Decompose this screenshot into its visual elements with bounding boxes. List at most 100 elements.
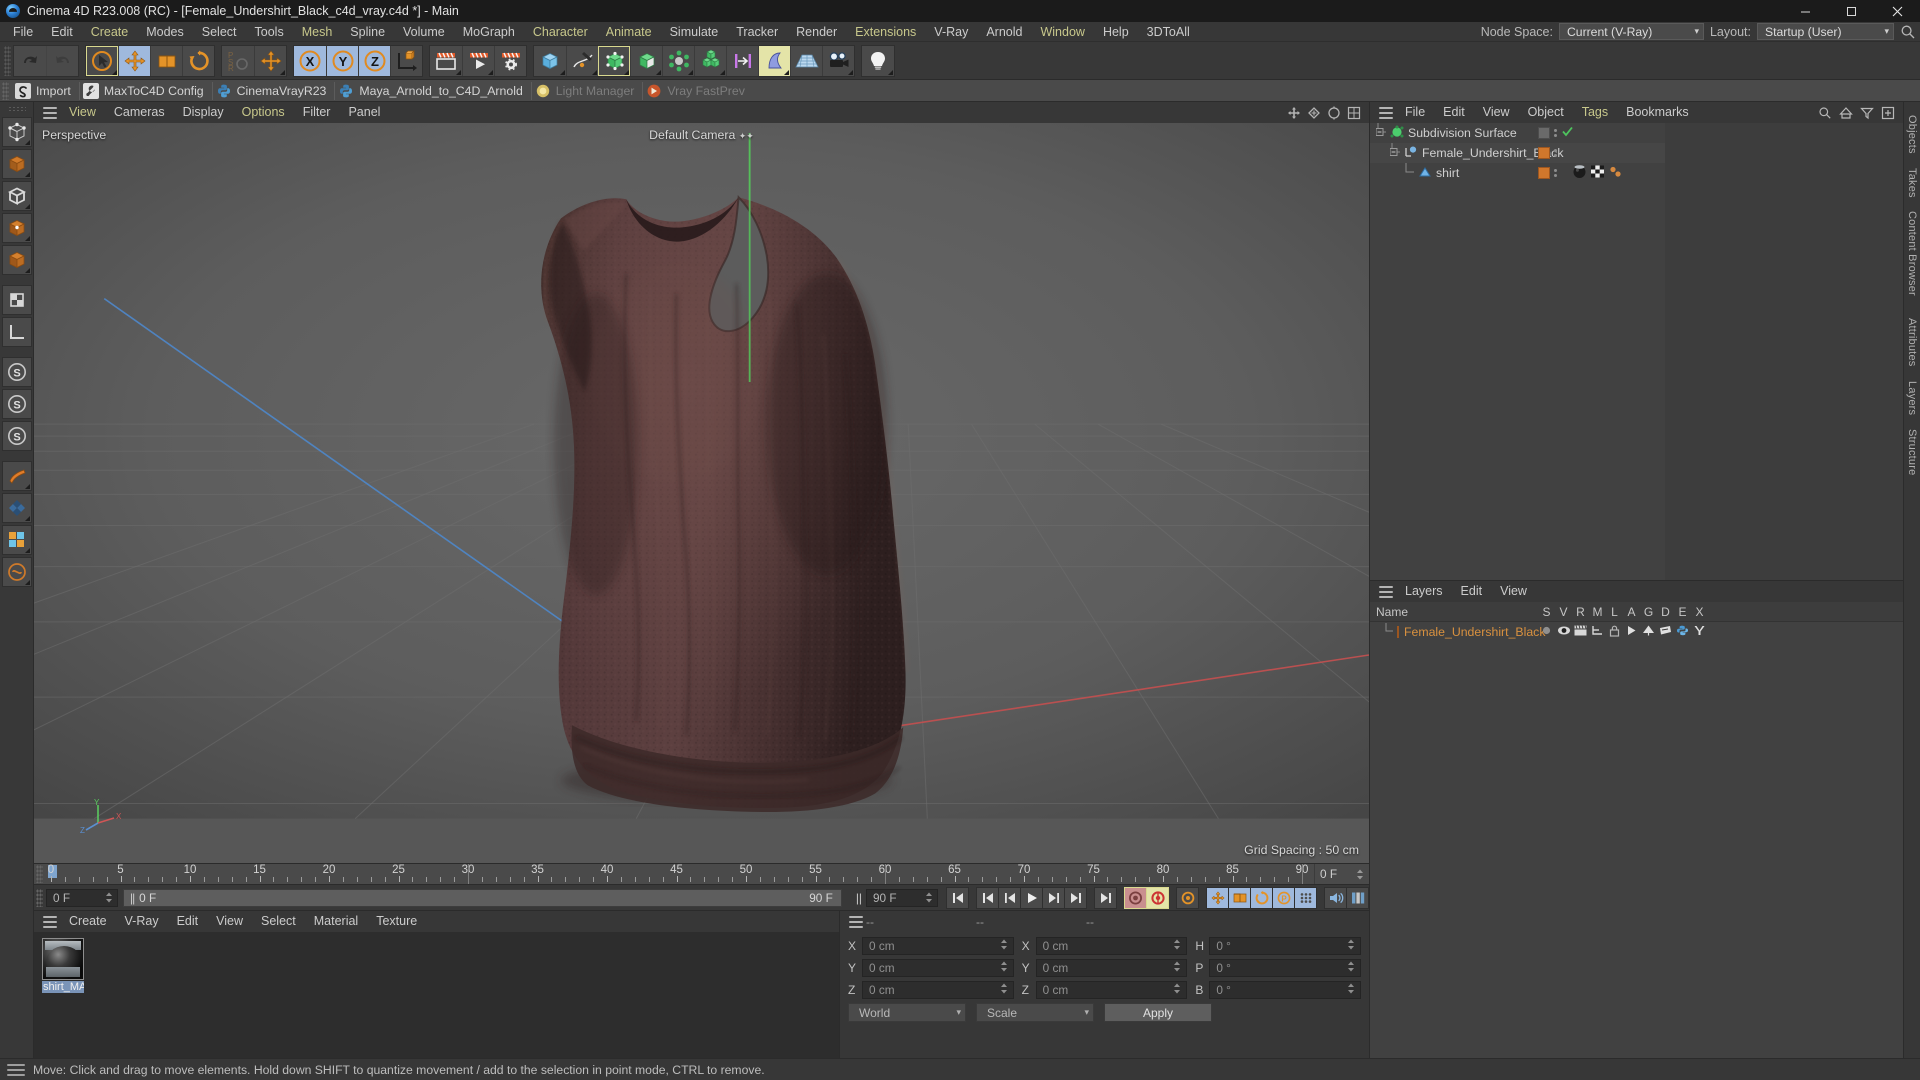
layer-xref-toggle[interactable] xyxy=(1691,625,1708,639)
select-tool-button[interactable] xyxy=(86,45,118,76)
timeline-toggle-button[interactable] xyxy=(1346,886,1369,909)
workplane-mode-button[interactable] xyxy=(1,317,32,347)
spinner-icon[interactable] xyxy=(1347,939,1358,953)
add-mograph-button[interactable] xyxy=(662,45,694,76)
spinner-icon[interactable] xyxy=(1000,983,1011,997)
menu-spline[interactable]: Spline xyxy=(341,22,394,42)
psr-tool-button[interactable]: PSR xyxy=(222,45,254,76)
step-back-button[interactable] xyxy=(998,886,1021,909)
step-forward-button[interactable] xyxy=(1042,886,1065,909)
menu-simulate[interactable]: Simulate xyxy=(661,22,728,42)
viewport-menu-display[interactable]: Display xyxy=(174,102,233,123)
om-menu-view[interactable]: View xyxy=(1474,102,1519,123)
layer-manager-toggle[interactable] xyxy=(1589,625,1606,639)
material-menu-select[interactable]: Select xyxy=(252,911,305,932)
spinner-icon[interactable] xyxy=(1000,961,1011,975)
apply-button[interactable]: Apply xyxy=(1104,1003,1212,1022)
add-bookmark-icon[interactable] xyxy=(1879,104,1897,122)
plugin-import-button[interactable]: Import xyxy=(12,81,79,101)
position-z-input[interactable]: 0 cm xyxy=(862,981,1014,999)
filter-icon[interactable] xyxy=(1858,104,1876,122)
layer-deformers-toggle[interactable] xyxy=(1657,625,1674,639)
viewport-solo-button[interactable] xyxy=(1,461,32,491)
material-tag-icon[interactable] xyxy=(1572,164,1587,182)
lock-z-axis-button[interactable]: Z xyxy=(358,45,390,76)
redo-button[interactable] xyxy=(46,45,78,76)
menu-mesh[interactable]: Mesh xyxy=(293,22,342,42)
undo-button[interactable] xyxy=(14,45,46,76)
object-color-swatch[interactable] xyxy=(1538,127,1550,139)
move-axis-button[interactable] xyxy=(254,45,286,76)
menu-tools[interactable]: Tools xyxy=(246,22,293,42)
material-menu-vray[interactable]: V-Ray xyxy=(116,911,168,932)
max-frame-field[interactable]: 90 F xyxy=(866,888,938,907)
enable-snap-button[interactable]: S xyxy=(1,389,32,419)
layer-col-a[interactable]: A xyxy=(1623,605,1640,619)
plugin-maya-arnold-button[interactable]: Maya_Arnold_to_C4D_Arnold xyxy=(335,81,530,101)
object-tree-node[interactable]: Female_Undershirt_Black xyxy=(1370,142,1563,163)
object-color-swatch[interactable] xyxy=(1538,147,1550,159)
render-perspective-button[interactable] xyxy=(1,493,32,523)
layer-col-l[interactable]: L xyxy=(1606,605,1623,619)
close-button[interactable] xyxy=(1874,0,1920,22)
viewport-move-icon[interactable] xyxy=(1285,104,1303,122)
material-menu-texture[interactable]: Texture xyxy=(367,911,426,932)
rotate-tool-button[interactable] xyxy=(182,45,214,76)
object-row[interactable]: shirt xyxy=(1370,162,1665,183)
rotation-h-input[interactable]: 0 ° xyxy=(1209,937,1362,955)
world-object-coordinates-button[interactable] xyxy=(390,45,422,76)
sound-toggle-button[interactable] xyxy=(1324,886,1347,909)
material-menu-create[interactable]: Create xyxy=(60,911,116,932)
visibility-dots-icon[interactable] xyxy=(1553,163,1558,183)
timeline-ruler-track[interactable]: 051015202530354045505560657075808590 xyxy=(45,864,1314,884)
spinner-icon[interactable] xyxy=(1173,961,1184,975)
spinner-icon[interactable] xyxy=(1347,961,1358,975)
tab-layers[interactable]: Layers xyxy=(1906,374,1918,422)
layer-col-e[interactable]: E xyxy=(1674,605,1691,619)
material-item[interactable]: shirt_MA xyxy=(42,938,84,993)
model-mode-button[interactable] xyxy=(1,213,32,243)
layer-menu-edit[interactable]: Edit xyxy=(1452,581,1492,602)
add-array-button[interactable] xyxy=(694,45,726,76)
go-to-end-button[interactable] xyxy=(1094,886,1117,909)
snap-button[interactable] xyxy=(726,45,758,76)
viewport-menu-filter[interactable]: Filter xyxy=(294,102,340,123)
menu-select[interactable]: Select xyxy=(193,22,246,42)
spinner-icon[interactable] xyxy=(105,892,115,903)
material-menu-material[interactable]: Material xyxy=(305,911,367,932)
position-y-input[interactable]: 0 cm xyxy=(862,959,1014,977)
object-tree-node[interactable]: shirt xyxy=(1370,162,1459,183)
spinner-icon[interactable] xyxy=(1354,869,1366,880)
add-bend-deformer-button[interactable] xyxy=(630,45,662,76)
toolbar-grip[interactable] xyxy=(4,45,11,76)
current-frame-field[interactable]: 0 F xyxy=(46,888,118,907)
node-space-dropdown[interactable]: Current (V-Ray) ▾ xyxy=(1558,23,1704,40)
layer-animation-toggle[interactable] xyxy=(1623,625,1640,639)
tab-attributes[interactable]: Attributes xyxy=(1906,311,1918,373)
layer-col-d[interactable]: D xyxy=(1657,605,1674,619)
object-color-swatch[interactable] xyxy=(1538,167,1550,179)
menu-extensions[interactable]: Extensions xyxy=(846,22,925,42)
layer-color-button[interactable] xyxy=(1,525,32,555)
menu-mograph[interactable]: MoGraph xyxy=(454,22,524,42)
viewport-menu-icon[interactable] xyxy=(40,104,60,122)
spinner-icon[interactable] xyxy=(925,892,935,903)
menu-character[interactable]: Character xyxy=(524,22,597,42)
menu-edit[interactable]: Edit xyxy=(42,22,82,42)
deformer-toggle-button[interactable] xyxy=(1,557,32,587)
preview-range-track[interactable]: || 0 F 90 F xyxy=(123,888,842,907)
layer-menu-view[interactable]: View xyxy=(1491,581,1536,602)
menu-3dtoall[interactable]: 3DToAll xyxy=(1138,22,1199,42)
add-subdivision-surface-button[interactable] xyxy=(598,45,630,76)
left-toolbar-grip[interactable] xyxy=(7,106,26,113)
menu-help[interactable]: Help xyxy=(1094,22,1138,42)
plugin-maxtoc4d-config-button[interactable]: MaxToC4D Config xyxy=(80,81,212,101)
spinner-icon[interactable] xyxy=(1173,939,1184,953)
tab-content-browser[interactable]: Content Browser xyxy=(1906,204,1918,303)
material-manager-body[interactable]: shirt_MA xyxy=(34,932,839,1058)
position-x-input[interactable]: 0 cm xyxy=(862,937,1014,955)
status-bar-menu-icon[interactable] xyxy=(7,1063,25,1077)
visibility-dots-icon[interactable] xyxy=(1553,143,1558,163)
visibility-dots-icon[interactable] xyxy=(1553,123,1558,143)
rotation-b-input[interactable]: 0 ° xyxy=(1209,981,1362,999)
